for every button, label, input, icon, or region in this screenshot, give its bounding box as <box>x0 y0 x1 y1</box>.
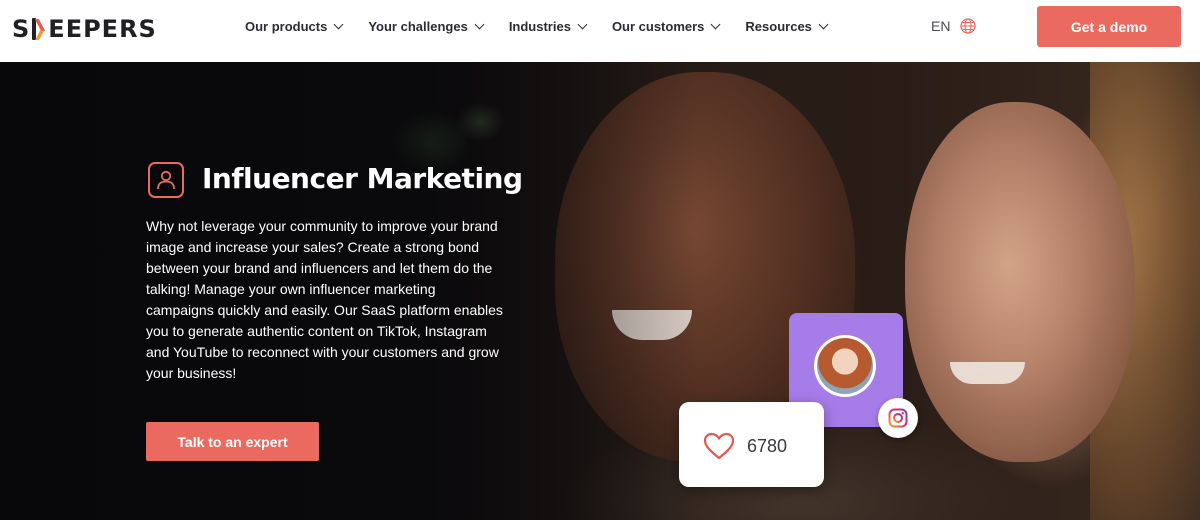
chevron-down-icon <box>333 19 344 29</box>
globe-icon[interactable] <box>960 18 976 34</box>
menu-item-label: Our customers <box>611 18 705 34</box>
chevron-down-icon <box>577 19 588 29</box>
like-count: 6780 <box>747 436 788 456</box>
heart-icon <box>703 432 735 460</box>
talk-to-an-expert-button[interactable]: Talk to an expert <box>146 422 319 461</box>
chevron-down-icon <box>474 19 485 29</box>
chevron-down-icon <box>818 19 829 29</box>
menu-item-resources[interactable]: Resources <box>745 18 829 34</box>
menu-item-your-challenges[interactable]: Your challenges <box>368 18 485 34</box>
hero-section: Influencer Marketing Why not leverage yo… <box>0 62 1200 520</box>
hero-photo-woman-right <box>905 102 1135 462</box>
hero-title: Influencer Marketing <box>202 162 523 195</box>
instagram-badge <box>878 398 918 438</box>
menu-item-label: Your challenges <box>368 18 468 34</box>
avatar <box>814 335 876 397</box>
chevron-down-icon <box>710 19 721 29</box>
instagram-icon <box>888 408 908 428</box>
menu-item-label: Resources <box>745 18 812 34</box>
top-navbar: S EEPERS Our products Your challenges Ind… <box>0 0 1200 62</box>
menu-item-label: Our products <box>245 18 328 34</box>
logo-k-mark <box>31 18 47 40</box>
language-selector[interactable]: EN <box>931 18 950 34</box>
user-icon <box>148 162 184 198</box>
logo-text-start: S <box>12 15 31 43</box>
skeepers-logo[interactable]: S EEPERS <box>12 14 157 44</box>
hero-photo-smile-right <box>950 362 1025 384</box>
main-menu: Our products Your challenges Industries … <box>245 0 853 52</box>
get-a-demo-button[interactable]: Get a demo <box>1037 6 1181 47</box>
hero-description: Why not leverage your community to impro… <box>146 218 503 381</box>
menu-item-our-products[interactable]: Our products <box>245 18 344 34</box>
menu-item-our-customers[interactable]: Our customers <box>611 18 721 34</box>
menu-item-label: Industries <box>508 18 571 34</box>
likes-card: 6780 <box>679 402 824 487</box>
logo-text-end: EEPERS <box>48 15 157 43</box>
menu-item-industries[interactable]: Industries <box>508 18 588 34</box>
